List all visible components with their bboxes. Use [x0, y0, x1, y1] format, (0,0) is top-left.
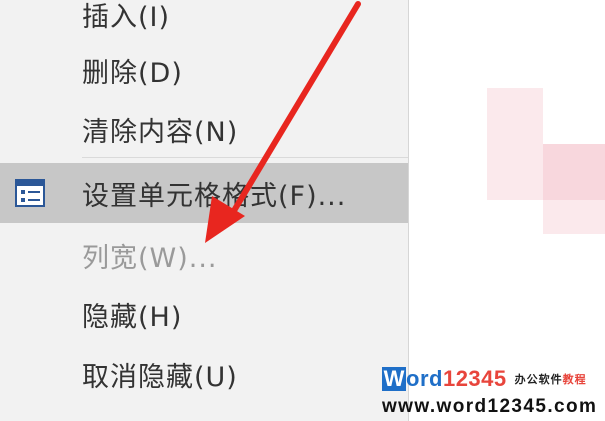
menu-item-label: 隐藏(H): [82, 301, 183, 333]
spreadsheet-area[interactable]: [409, 0, 605, 421]
menu-item-delete[interactable]: 删除(D): [0, 40, 408, 100]
selected-cell-tint: [543, 200, 605, 234]
screenshot-stage: 插入(I) 删除(D) 清除内容(N) 设置单元格格式(F)... 列宽(W).…: [0, 0, 605, 421]
menu-item-label: 插入(I): [82, 1, 171, 33]
menu-item-hide[interactable]: 隐藏(H): [0, 284, 408, 344]
menu-item-label: 删除(D): [82, 57, 183, 89]
menu-item-label: 清除内容(N): [82, 116, 239, 148]
menu-item-label: 列宽(W)...: [82, 242, 218, 274]
watermark-brand: ord: [406, 366, 443, 391]
selected-cell-tint: [487, 144, 543, 200]
menu-item-label: 取消隐藏(U): [82, 361, 238, 393]
menu-item-column-width[interactable]: 列宽(W)...: [0, 225, 408, 285]
watermark-tagline: 办公软件教程: [515, 371, 587, 387]
menu-item-label: 设置单元格格式(F)...: [82, 180, 347, 212]
menu-item-unhide[interactable]: 取消隐藏(U): [0, 344, 408, 404]
menu-item-format-cells[interactable]: 设置单元格格式(F)...: [0, 163, 408, 223]
watermark-tagline-red: 教程: [562, 373, 587, 386]
menu-item-insert[interactable]: 插入(I): [0, 0, 408, 44]
watermark: W ord 12345 办公软件教程 www.word12345.com: [378, 366, 605, 421]
watermark-url: www.word12345.com: [382, 396, 598, 417]
selected-cell-tint: [487, 88, 543, 144]
context-menu: 插入(I) 删除(D) 清除内容(N) 设置单元格格式(F)... 列宽(W).…: [0, 0, 409, 421]
watermark-digits: 12345: [442, 366, 507, 391]
watermark-logo: W ord 12345 办公软件教程: [382, 366, 587, 392]
watermark-tagline-black: 办公软件: [514, 373, 563, 386]
menu-item-clear-contents[interactable]: 清除内容(N): [0, 99, 408, 159]
menu-separator: [82, 157, 408, 158]
format-cells-icon: [15, 179, 45, 207]
selected-cell-tint: [543, 144, 605, 200]
watermark-logo-letter: W: [382, 366, 406, 391]
